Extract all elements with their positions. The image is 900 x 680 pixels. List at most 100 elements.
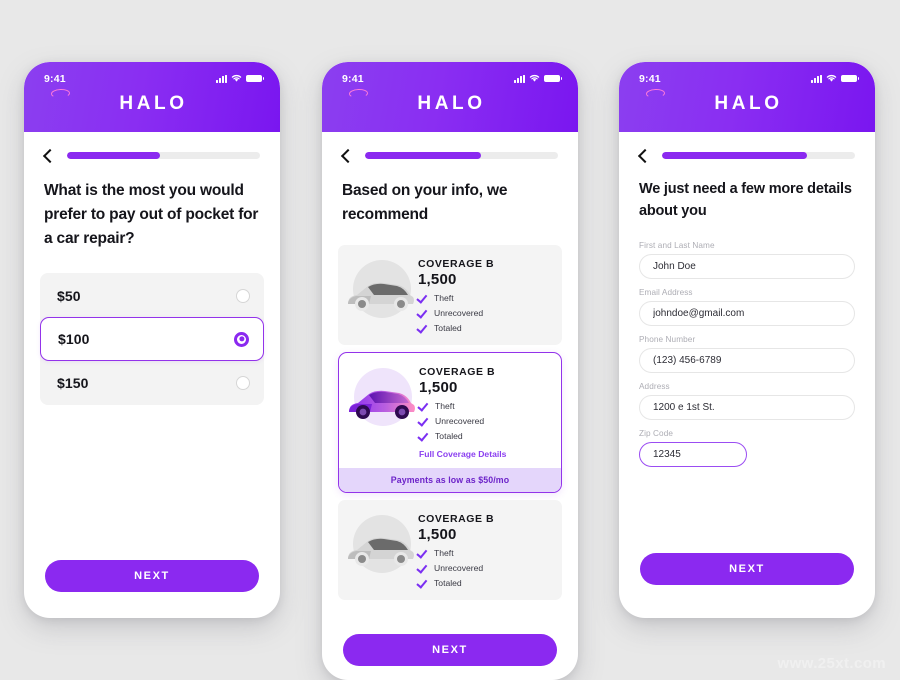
progress-bar-fill [365, 152, 481, 159]
check-icon [419, 432, 428, 441]
coverage-price: 1,500 [418, 526, 457, 544]
nav-row [322, 132, 578, 163]
wifi-icon [826, 74, 837, 82]
watermark: www.25xt.com [777, 655, 886, 672]
field-label: First and Last Name [639, 240, 715, 250]
field-name: First and Last Name [639, 241, 855, 279]
coverage-card[interactable]: COVERAGE B 1,500 Theft Unrecovered Total… [338, 500, 562, 601]
next-button[interactable]: NEXT [45, 560, 259, 592]
brand-logo-text: HALO [714, 93, 783, 114]
status-bar-icons [216, 74, 265, 83]
radio-icon[interactable] [236, 375, 250, 390]
feature-item: Unrecovered [419, 416, 551, 426]
feature-label: Unrecovered [435, 416, 485, 427]
coverage-price: 1,500 [419, 379, 458, 397]
status-bar-time: 9:41 [44, 72, 66, 85]
app-header: 9:41 HALO [619, 62, 875, 132]
coverage-name: COVERAGE B [418, 513, 495, 526]
coverage-card-selected[interactable]: COVERAGE B 1,500 Theft Unrecovered Total… [338, 352, 562, 494]
field-zip: Zip Code [639, 429, 855, 467]
screenshot-canvas: 9:41 HALO What is the most you would pre… [0, 0, 900, 680]
feature-item: Unrecovered [418, 308, 552, 318]
feature-label: Theft [434, 293, 454, 304]
check-icon [418, 324, 427, 333]
battery-icon [544, 74, 563, 83]
email-input[interactable] [639, 300, 855, 326]
car-illustration [345, 364, 419, 459]
feature-item: Theft [418, 293, 552, 303]
brand-logo-text: HALO [417, 93, 486, 114]
feature-label: Theft [435, 401, 455, 412]
status-bar-icons [514, 74, 563, 83]
deductible-options: $50 $100 $150 [40, 273, 264, 406]
next-button[interactable]: NEXT [343, 634, 557, 666]
car-icon [349, 390, 415, 420]
field-email: Email Address [639, 288, 855, 326]
phone-mockup-details: 9:41 HALO We just need a few more detail… [619, 62, 875, 618]
feature-item: Theft [419, 401, 551, 411]
status-bar: 9:41 [619, 62, 875, 86]
car-icon [348, 282, 414, 312]
signal-bars-icon [514, 74, 525, 83]
page-title: We just need a few more details about yo… [639, 181, 852, 219]
option-100[interactable]: $100 [40, 317, 264, 362]
check-icon [418, 564, 427, 573]
battery-icon [246, 74, 265, 83]
progress-bar-fill [662, 152, 807, 159]
feature-label: Theft [434, 548, 454, 559]
zip-input[interactable] [639, 441, 747, 467]
nav-row [24, 132, 280, 163]
status-bar-time: 9:41 [639, 72, 661, 85]
address-input[interactable] [639, 394, 855, 420]
feature-label: Totaled [434, 323, 462, 334]
car-illustration [344, 256, 418, 333]
back-button[interactable] [635, 148, 650, 163]
payment-note-banner: Payments as low as $50/mo [339, 468, 561, 493]
field-label: Zip Code [639, 428, 674, 438]
full-coverage-details-link[interactable]: Full Coverage Details [419, 449, 551, 459]
coverage-card-body: COVERAGE B 1,500 Theft Unrecovered Total… [419, 364, 551, 459]
radio-icon[interactable] [236, 288, 250, 303]
check-icon [418, 549, 427, 558]
option-50[interactable]: $50 [40, 275, 264, 316]
field-label: Email Address [639, 287, 693, 297]
halo-ring-icon [348, 88, 369, 98]
car-icon [348, 537, 414, 567]
coverage-card[interactable]: COVERAGE B 1,500 Theft Unrecovered Total… [338, 245, 562, 346]
feature-item: Unrecovered [418, 563, 552, 573]
brand-logo: HALO [322, 88, 578, 115]
battery-icon [841, 74, 860, 83]
phone-input[interactable] [639, 347, 855, 373]
field-label: Address [639, 381, 670, 391]
feature-item: Theft [418, 548, 552, 558]
field-label: Phone Number [639, 334, 696, 344]
check-icon [418, 579, 427, 588]
feature-item: Totaled [419, 431, 551, 441]
feature-item: Totaled [418, 578, 552, 588]
brand-logo: HALO [619, 88, 875, 115]
wifi-icon [529, 74, 540, 82]
name-input[interactable] [639, 253, 855, 279]
status-bar: 9:41 [24, 62, 280, 86]
status-bar: 9:41 [322, 62, 578, 86]
back-button[interactable] [338, 148, 353, 163]
next-button[interactable]: NEXT [640, 553, 854, 585]
phone-mockup-deductible: 9:41 HALO What is the most you would pre… [24, 62, 280, 618]
feature-label: Totaled [434, 578, 462, 589]
halo-ring-icon [50, 88, 71, 98]
page-title: Based on your info, we recommend [342, 182, 508, 224]
signal-bars-icon [811, 74, 822, 83]
field-address: Address [639, 382, 855, 420]
check-icon [419, 402, 428, 411]
option-label: $50 [57, 287, 81, 304]
progress-bar-fill [67, 152, 160, 159]
wifi-icon [231, 74, 242, 82]
coverage-card-body: COVERAGE B 1,500 Theft Unrecovered Total… [418, 511, 552, 588]
option-label: $100 [58, 331, 90, 348]
feature-item: Totaled [418, 323, 552, 333]
halo-ring-icon [645, 88, 666, 98]
option-150[interactable]: $150 [40, 362, 264, 403]
check-icon [418, 309, 427, 318]
back-button[interactable] [40, 148, 55, 163]
radio-icon-selected[interactable] [234, 331, 249, 347]
